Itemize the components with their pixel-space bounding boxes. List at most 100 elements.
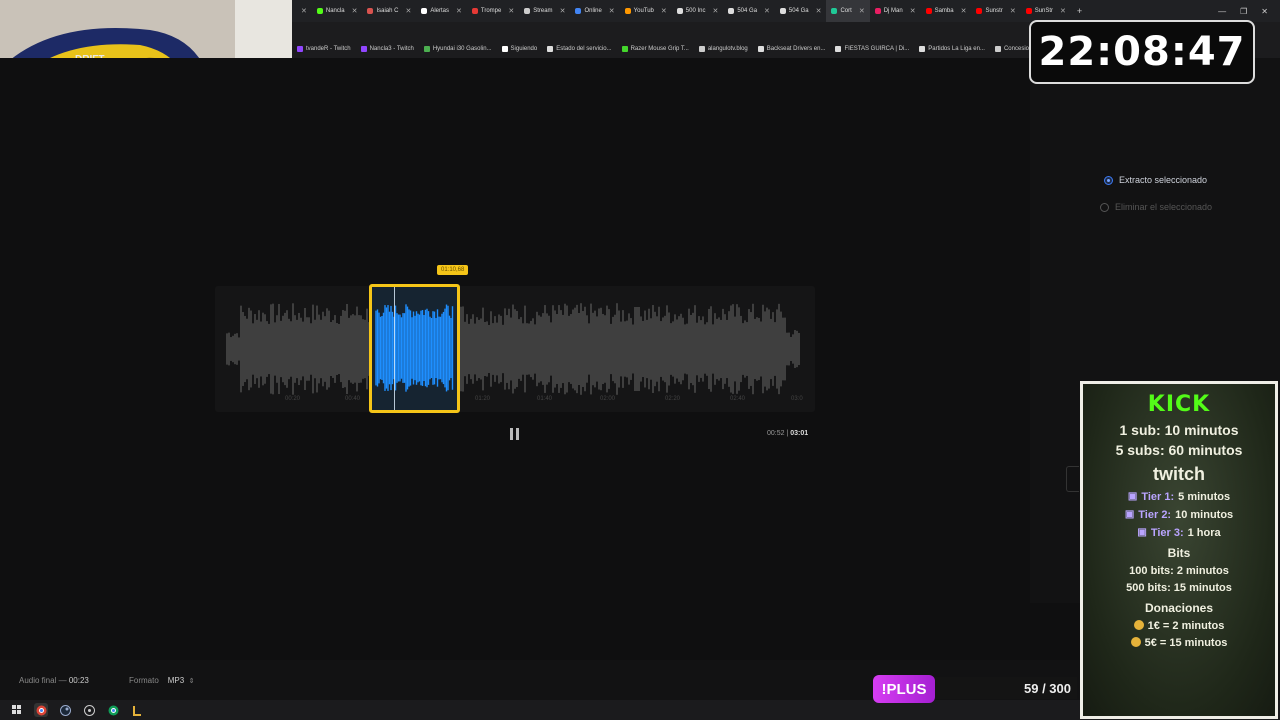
waveform[interactable]	[215, 286, 815, 412]
tab-label: Alertas	[430, 8, 450, 14]
twitch-logo: twitch	[1153, 464, 1205, 484]
bookmark-label: Siguiendo	[510, 46, 538, 52]
option-delete-selected[interactable]: Eliminar el seleccionado	[1100, 202, 1212, 212]
current-time: 00:52	[767, 430, 785, 437]
browser-tab[interactable]: 504 Ga ✕	[723, 0, 775, 22]
close-icon[interactable]: ✕	[405, 7, 411, 15]
time-tick-label: 02:40	[730, 396, 746, 402]
time-tick-label: 00:40	[345, 396, 361, 402]
tab-label: 504 Ga	[737, 8, 758, 14]
steam-icon[interactable]	[58, 703, 72, 717]
bookmark-item[interactable]: Razer Mouse Grip T...	[617, 46, 694, 52]
playhead[interactable]	[394, 287, 395, 410]
browser-tab[interactable]: Dj Man ✕	[870, 0, 921, 22]
close-icon[interactable]: ✕	[609, 7, 615, 15]
stream-clock: 22:08:47	[1029, 20, 1255, 84]
browser-tab[interactable]: Samba ✕	[921, 0, 972, 22]
browser-tab[interactable]: Nancla ✕	[312, 0, 363, 22]
browser-tab[interactable]: Sunstr ✕	[971, 0, 1020, 22]
browser-tab[interactable]: Alertas ✕	[416, 0, 467, 22]
time-tick-label: 01:20	[475, 396, 491, 402]
bookmark-label: Hyundai i30 Gasolin...	[432, 46, 492, 52]
tier-2-row: ▣ Tier 2: 10 minutos	[1083, 509, 1275, 521]
radio-selected-icon[interactable]	[1104, 175, 1113, 185]
chrome-icon[interactable]	[34, 703, 48, 717]
browser-tab[interactable]: Online ✕	[570, 0, 619, 22]
obs-icon[interactable]	[82, 703, 96, 717]
close-icon[interactable]: ✕	[1060, 7, 1066, 15]
donation-rule-1-text: 1€ = 2 minutos	[1147, 620, 1225, 632]
bookmark-label: Backseat Drivers en...	[766, 46, 826, 52]
tab-favicon-icon	[316, 8, 323, 14]
close-icon[interactable]: ✕	[456, 7, 462, 15]
browser-tab[interactable]: Stream ✕	[519, 0, 570, 22]
tab-close-prev[interactable]: ✕	[292, 0, 312, 22]
bookmark-item[interactable]: FIESTAS GUIRCA | Di...	[830, 46, 914, 52]
tab-favicon-icon	[925, 8, 932, 14]
browser-tab[interactable]: Cort ✕	[826, 0, 870, 22]
selected-waveform	[372, 287, 457, 410]
donation-rule-2-text: 5€ = 15 minutos	[1144, 637, 1228, 649]
app-icon[interactable]	[130, 703, 144, 717]
bookmark-item[interactable]: alangulotv.blog	[694, 46, 753, 52]
pause-button[interactable]	[510, 428, 520, 440]
waveform-track[interactable]	[215, 286, 815, 412]
tier-3-row: ▣ Tier 3: 1 hora	[1083, 527, 1275, 539]
tab-label: Samba	[934, 8, 954, 14]
tab-favicon-icon	[676, 8, 683, 14]
bookmark-favicon-icon	[547, 46, 554, 52]
close-window-button[interactable]: ✕	[1261, 7, 1268, 16]
browser-tab[interactable]: Isaiah C ✕	[362, 0, 416, 22]
browser-tab[interactable]: 500 Inc ✕	[672, 0, 724, 22]
close-icon[interactable]: ✕	[859, 7, 865, 15]
browser-tab[interactable]: SunStr ✕	[1021, 0, 1071, 22]
minimize-button[interactable]: —	[1218, 7, 1226, 16]
format-selector[interactable]: Formato MP3 ⇕	[129, 676, 194, 685]
option-keep-selected[interactable]: Extracto seleccionado	[1104, 175, 1207, 185]
chrome-alt-icon[interactable]	[106, 703, 120, 717]
tab-favicon-icon	[575, 8, 582, 14]
maximize-button[interactable]: ❐	[1240, 7, 1247, 16]
bookmark-item[interactable]: Siguiendo	[497, 46, 543, 52]
browser-tab[interactable]: YouTub ✕	[620, 0, 672, 22]
tab-favicon-icon	[524, 8, 531, 14]
close-icon[interactable]: ✕	[712, 7, 718, 15]
bookmark-item[interactable]: Nancla3 - Twitch	[356, 46, 419, 52]
bookmark-label: alangulotv.blog	[707, 46, 748, 52]
windows-start-icon[interactable]	[10, 703, 24, 717]
close-icon[interactable]: ✕	[910, 7, 916, 15]
close-icon[interactable]: ✕	[1010, 7, 1016, 15]
tier-2-value: 10 minutos	[1175, 509, 1234, 521]
browser-tab[interactable]: 504 Ga ✕	[775, 0, 827, 22]
bookmark-item[interactable]: tvandeR - Twitch	[292, 46, 356, 52]
tab-favicon-icon	[1025, 8, 1032, 14]
tier-2-label: Tier 2:	[1138, 509, 1172, 521]
close-icon[interactable]: ✕	[301, 7, 307, 15]
bookmark-item[interactable]: Estado del servicio...	[542, 46, 616, 52]
side-handle[interactable]	[1066, 466, 1079, 492]
close-icon[interactable]: ✕	[560, 7, 566, 15]
bookmark-item[interactable]: Backseat Drivers en...	[753, 46, 831, 52]
bookmark-favicon-icon	[835, 46, 842, 52]
bookmark-favicon-icon	[994, 46, 1001, 52]
selection-region[interactable]	[369, 284, 460, 413]
close-icon[interactable]: ✕	[352, 7, 358, 15]
close-icon[interactable]: ✕	[508, 7, 514, 15]
updown-arrow-icon[interactable]: ⇕	[189, 678, 195, 685]
browser-tab[interactable]: Trompe ✕	[467, 0, 519, 22]
bookmark-favicon-icon	[919, 46, 926, 52]
tab-label: Online	[584, 8, 602, 14]
format-value[interactable]: MP3	[168, 676, 184, 685]
bits-rule-2: 500 bits: 15 minutos	[1126, 582, 1232, 594]
close-icon[interactable]: ✕	[661, 7, 667, 15]
close-icon[interactable]: ✕	[816, 7, 822, 15]
bookmark-item[interactable]: Partidos La Liga en...	[914, 46, 990, 52]
close-icon[interactable]: ✕	[764, 7, 770, 15]
coin-icon	[1133, 620, 1144, 630]
kick-rule-1: 1 sub: 10 minutos	[1119, 422, 1239, 438]
radio-unselected-icon[interactable]	[1100, 202, 1109, 212]
close-icon[interactable]: ✕	[961, 7, 967, 15]
new-tab-button[interactable]: +	[1071, 6, 1088, 16]
bookmark-item[interactable]: Hyundai i30 Gasolin...	[419, 46, 497, 52]
tab-favicon-icon	[624, 8, 631, 14]
